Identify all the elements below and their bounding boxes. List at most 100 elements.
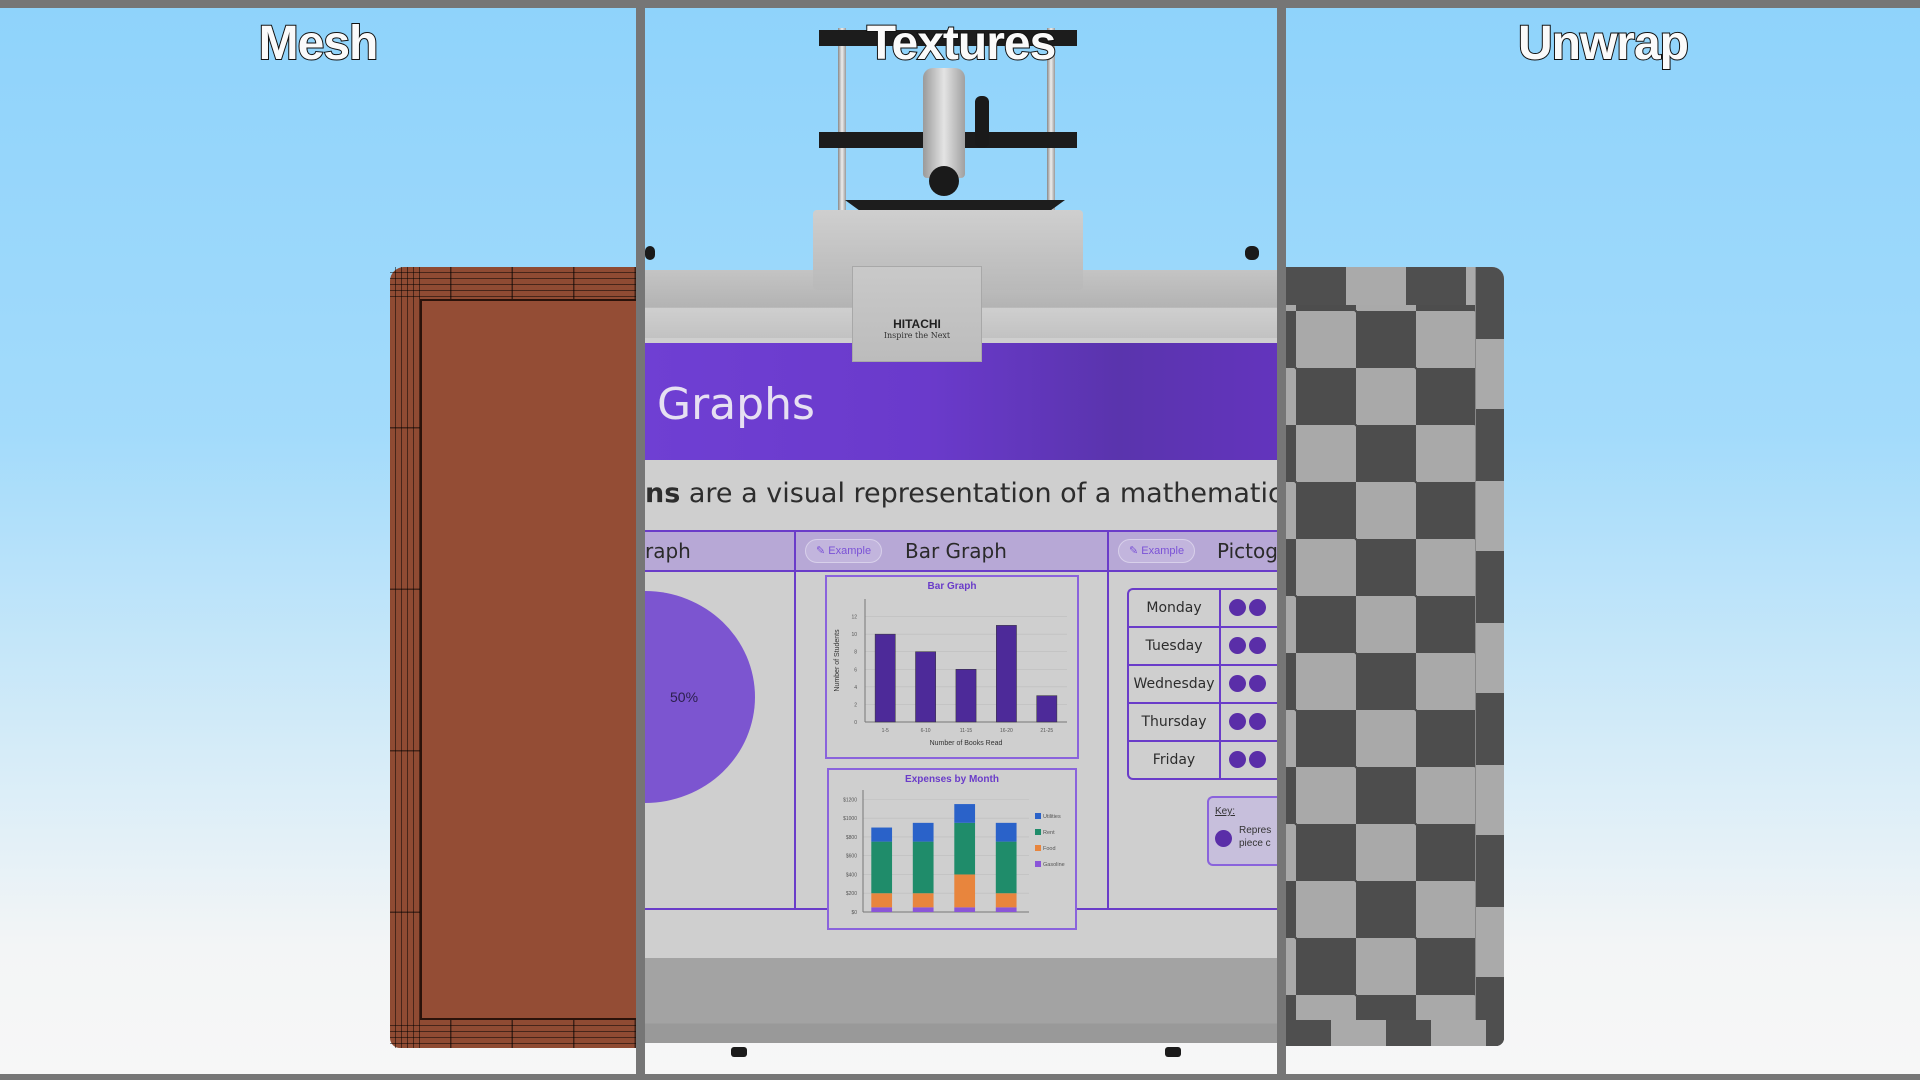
pictogram-day-label: Monday	[1129, 590, 1221, 626]
adjust-knob-icon	[975, 96, 989, 148]
stacked-bar-segment	[954, 822, 976, 875]
projector-brand-plate: HITACHI Inspire the Next	[852, 266, 982, 362]
mesh-left-edge	[390, 267, 420, 1048]
textures-title: Textures	[866, 16, 1058, 71]
board-subtitle: ns are a visual representation of a math…	[645, 478, 1277, 509]
legend-swatch	[1035, 829, 1041, 835]
column-header-pictogram: Pictog	[1217, 539, 1277, 563]
example-badge-bar: ✎ Example	[805, 539, 883, 563]
pictogram-row: Tuesday	[1129, 628, 1277, 666]
mount-knob-icon	[929, 166, 959, 196]
legend-label: Rent	[1043, 830, 1055, 836]
y-tick-label: 4	[854, 685, 857, 691]
column-header-pie: raph	[645, 539, 691, 563]
pie-label: 50%	[670, 689, 699, 705]
expenses-chart-svg: $0 $200 $400 $600 $800 $1000 $1200 Utilities Ren…	[843, 790, 1065, 916]
y-tick-label: $1000	[843, 816, 857, 822]
legend-swatch	[1035, 813, 1041, 819]
checker-bottom-edge	[1286, 1020, 1504, 1046]
pictogram-day-label: Friday	[1129, 742, 1221, 778]
unwrap-title: Unwrap	[1517, 16, 1690, 71]
mesh-title: Mesh	[258, 16, 380, 71]
pie-slice	[645, 591, 755, 803]
bar-graph-svg: 0 2 4 6 8 10 12 1-5 6-10 11-15 16-20 21-25 Number of…	[834, 599, 1067, 747]
table-header-row: raph ✎ Example Bar Graph ✎ Example Picto…	[645, 530, 1277, 572]
pictogram-day-label: Wednesday	[1129, 666, 1221, 702]
legend-swatch	[1035, 861, 1041, 867]
bar	[874, 633, 896, 723]
y-tick-label: 6	[854, 667, 857, 673]
rail-knob-right-icon	[1245, 246, 1259, 260]
rail-foot-left	[731, 1047, 747, 1057]
y-tick-label: $0	[851, 910, 857, 916]
pictogram-dot-icon	[1229, 637, 1246, 654]
whiteboard-screen: Graphs ns are a visual representation of…	[645, 338, 1277, 938]
checker-top-edge	[1286, 267, 1504, 305]
pictogram-row: Thursday	[1129, 704, 1277, 742]
subtitle-bold: ns	[645, 478, 681, 509]
stacked-bar-segment	[995, 893, 1017, 908]
column-separator	[794, 530, 796, 910]
pictogram-dot-icon	[1229, 713, 1246, 730]
mesh-panel: Mesh	[0, 8, 636, 1074]
legend-label: Utilities	[1043, 814, 1061, 820]
mesh-wireframe-board	[390, 267, 636, 1048]
y-tick-label: 12	[851, 615, 857, 621]
stacked-bar-segment	[912, 841, 934, 894]
column-separator	[1107, 530, 1109, 910]
subtitle-text: are a visual representation of a mathema…	[688, 478, 1277, 509]
rail-knob-left-icon	[645, 246, 655, 260]
bar	[955, 669, 977, 723]
brand-name: HITACHI	[893, 317, 941, 331]
legend-label: Gasoline	[1043, 862, 1065, 868]
y-tick-label: 10	[851, 632, 857, 638]
pictogram-row: Wednesday	[1129, 666, 1277, 704]
stacked-bar-segment	[912, 893, 934, 908]
bar-graph-box: Bar Graph 0 2 4 6 8 10 12 1-5 6-10 11-15 16-20 21-2…	[825, 575, 1079, 759]
stacked-bar-segment	[954, 907, 976, 912]
column-header-bar: Bar Graph	[905, 539, 1007, 563]
unwrap-panel: Unwrap	[1286, 8, 1920, 1074]
y-tick-label: $400	[846, 872, 857, 878]
pictogram-dot-icon	[1249, 637, 1266, 654]
pictogram-dot-icon	[1229, 751, 1246, 768]
example-badge-pictogram: ✎ Example	[1118, 539, 1196, 563]
board-title: Graphs	[657, 379, 815, 430]
stacked-bar-segment	[871, 907, 893, 912]
stacked-bar-segment	[912, 907, 934, 912]
legend-label: Food	[1043, 846, 1056, 852]
pictogram-dot-icon	[1249, 599, 1266, 616]
y-tick-label: $200	[846, 891, 857, 897]
bar	[915, 651, 936, 723]
y-tick-label: $1200	[843, 797, 857, 803]
stacked-bar-segment	[954, 804, 976, 823]
stacked-bar-segment	[871, 893, 893, 908]
expenses-chart-box: Expenses by Month $0 $200 $400 $600 $800 $100…	[827, 768, 1077, 930]
stacked-bar-segment	[912, 822, 934, 842]
pictogram-dot-icon	[1249, 713, 1266, 730]
stacked-bar-segment	[995, 907, 1017, 912]
stacked-bar-segment	[995, 841, 1017, 894]
stacked-bar-segment	[871, 841, 893, 894]
pictogram-dot-icon	[1249, 675, 1266, 692]
brand-tagline: Inspire the Next	[883, 331, 951, 340]
stacked-bar-segment	[871, 827, 893, 842]
pictogram-dot-icon	[1229, 599, 1246, 616]
bottom-rail	[645, 938, 1277, 1043]
y-tick-label: 8	[854, 650, 857, 656]
key-title: Key:	[1215, 806, 1236, 817]
bar	[1036, 695, 1058, 723]
stacked-bar-segment	[995, 822, 1017, 842]
pictogram-day-label: Tuesday	[1129, 628, 1221, 664]
pictogram-dot-icon	[1229, 675, 1246, 692]
mesh-top-edge	[390, 267, 636, 299]
y-tick-label: $600	[846, 854, 857, 860]
y-axis-label: Number of Students	[834, 629, 841, 692]
mesh-bottom-edge	[390, 1020, 636, 1048]
bar	[996, 625, 1017, 723]
checker-right-edge	[1475, 267, 1504, 1046]
legend-swatch	[1035, 845, 1041, 851]
rail-foot-right	[1165, 1047, 1181, 1057]
stacked-bar-segment	[954, 874, 976, 908]
textures-panel: Textures HITACHI Inspire the Next Graphs…	[645, 8, 1277, 1074]
